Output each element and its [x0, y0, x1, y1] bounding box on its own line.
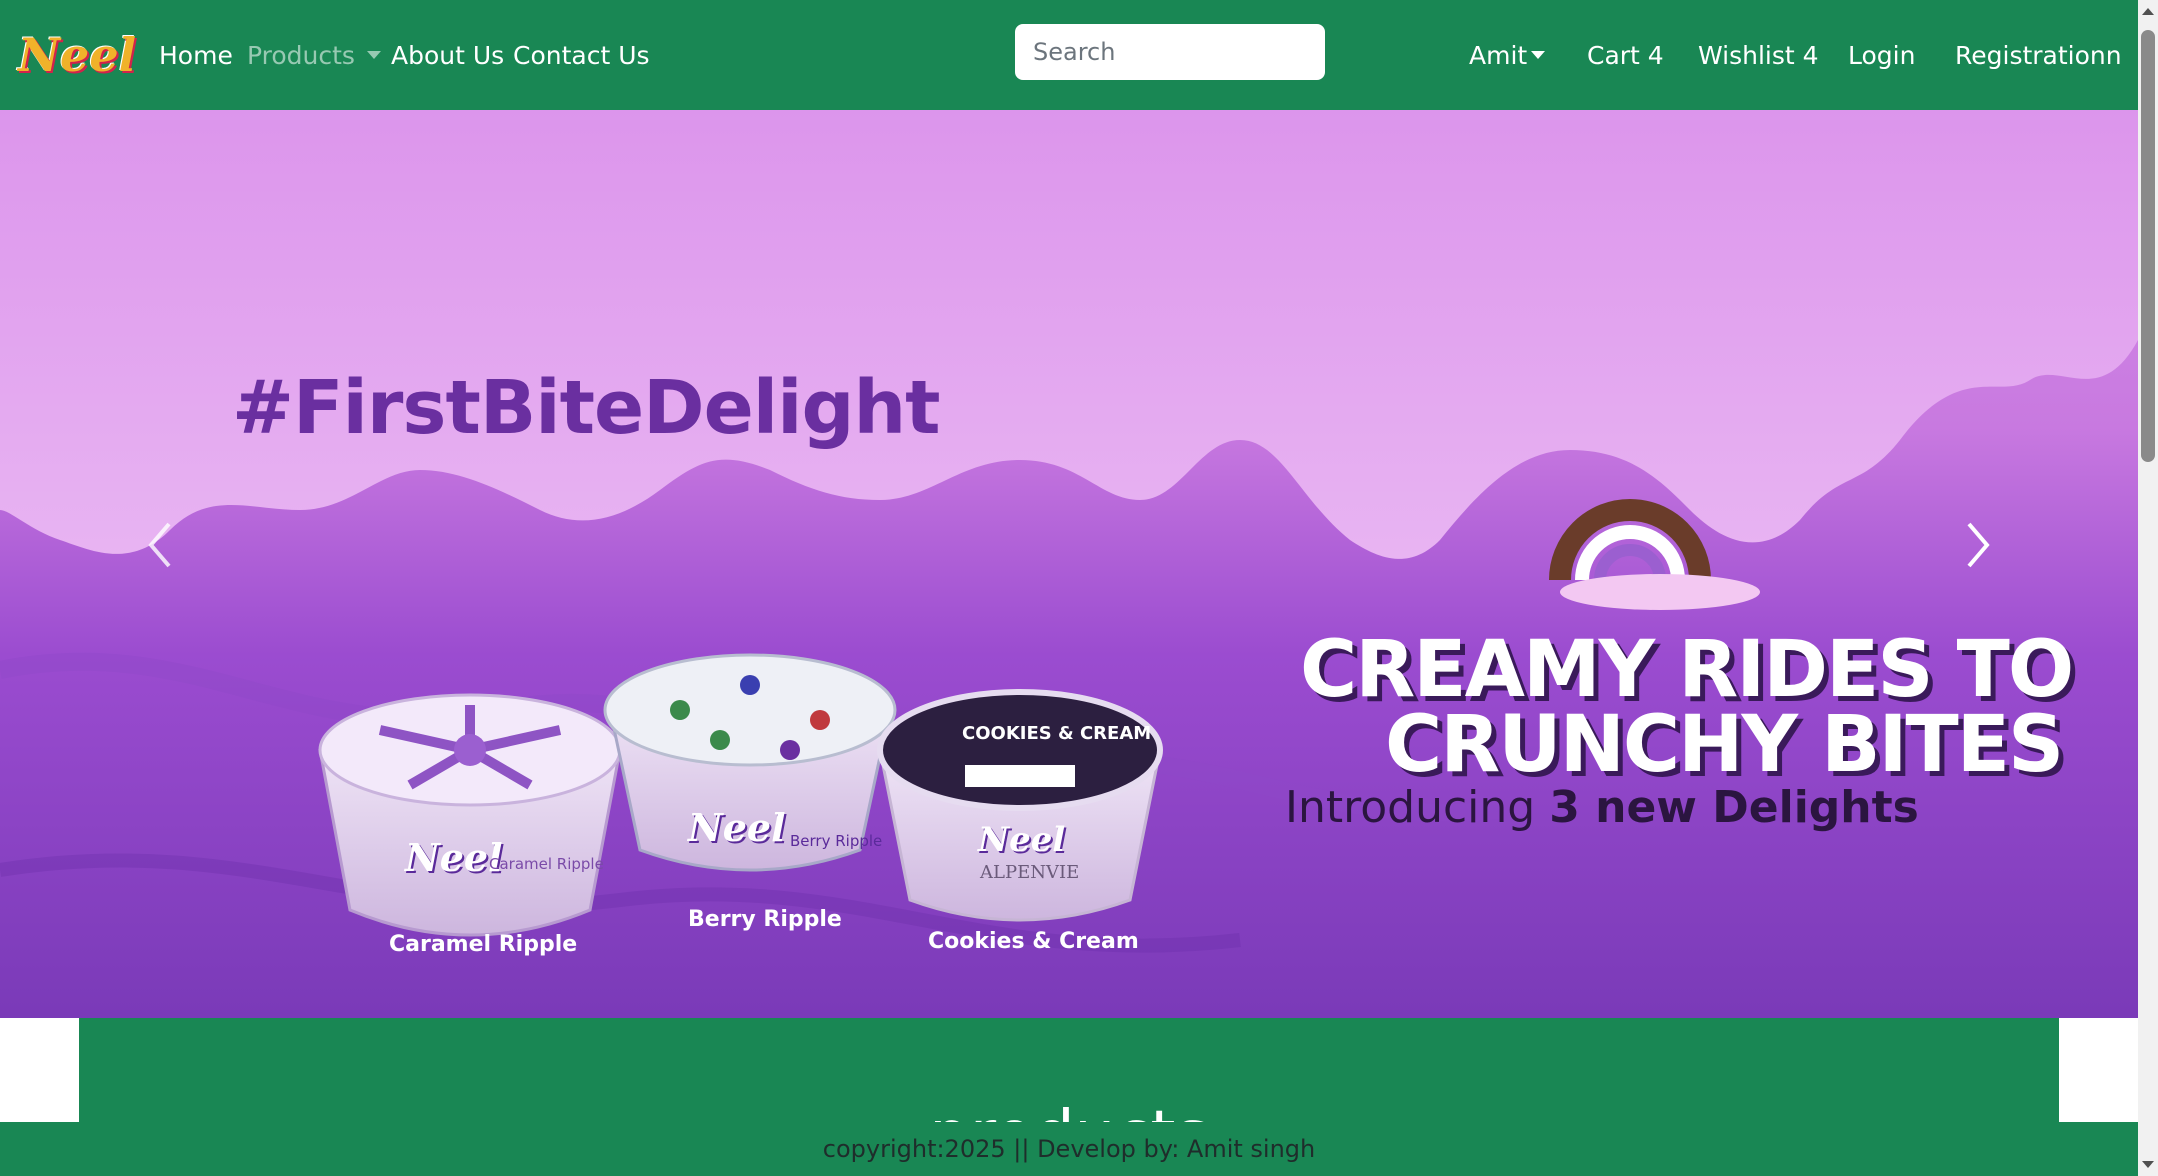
nav-contact[interactable]: Contact Us [513, 0, 650, 110]
nav-wishlist[interactable]: Wishlist 4 [1698, 0, 1819, 110]
products-section: products [79, 1018, 2059, 1126]
chevron-left-icon [148, 522, 171, 568]
nav-registration[interactable]: Registrationn [1955, 0, 2122, 110]
nav-products-label: Products [247, 40, 355, 70]
product-caption: Berry Ripple [688, 907, 842, 932]
product-caption: Caramel Ripple [389, 932, 578, 957]
cup-lid-text: Caramel Ripple [489, 855, 604, 873]
chevron-right-icon [1967, 522, 1990, 568]
caret-down-icon [1531, 51, 1546, 59]
nav-about[interactable]: About Us [391, 0, 504, 110]
nav-cart[interactable]: Cart 4 [1587, 0, 1664, 110]
search-input[interactable] [1015, 24, 1325, 80]
subline-prefix: Introducing [1285, 782, 1550, 833]
page-scrollbar[interactable] [2138, 0, 2158, 1176]
nav-login[interactable]: Login [1848, 0, 1915, 110]
banner-subline: Introducing 3 new Delights [1285, 782, 1919, 833]
caramel-ripple-cup [318, 693, 622, 937]
cup-sub-brand: ALPENVIE [980, 862, 1080, 883]
scroll-thumb[interactable] [2141, 30, 2155, 462]
nav-home[interactable]: Home [159, 0, 233, 110]
cup-brand-label: Neel [688, 805, 786, 850]
user-dropdown[interactable]: Amit [1469, 0, 1546, 110]
cup-brand-label: Neel [405, 835, 503, 880]
carousel-next-button[interactable] [1948, 515, 2008, 575]
footer: copyright:2025 || Develop by: Amit singh [0, 1122, 2138, 1176]
banner-hashtag: #FirstBiteDelight [232, 365, 941, 451]
cup-lid-text: COOKIES & CREAM [962, 723, 1152, 744]
scroll-up-icon[interactable] [2142, 8, 2154, 15]
cup-brand-label: Neel [978, 820, 1066, 860]
footer-text: copyright:2025 || Develop by: Amit singh [822, 1135, 1316, 1163]
carousel-prev-button[interactable] [130, 515, 190, 575]
banner-headline-2: CRUNCHY BITES [1385, 700, 2064, 790]
product-caption: Cookies & Cream [928, 929, 1139, 954]
hero-carousel: #FirstBiteDelight CREAMY RIDES TO CRUNCH… [0, 110, 2138, 1018]
cream-drip [0, 110, 2138, 559]
brand-logo[interactable]: Neel [18, 20, 136, 90]
navbar: Neel Home Products About Us Contact Us A… [0, 0, 2138, 110]
user-name: Amit [1469, 40, 1528, 70]
scroll-down-icon[interactable] [2142, 1161, 2154, 1168]
nav-products-dropdown[interactable]: Products [247, 0, 381, 110]
cup-lid-text: Berry Ripple [790, 832, 883, 850]
caret-down-icon [366, 51, 381, 59]
subline-bold: 3 new Delights [1549, 782, 1919, 833]
